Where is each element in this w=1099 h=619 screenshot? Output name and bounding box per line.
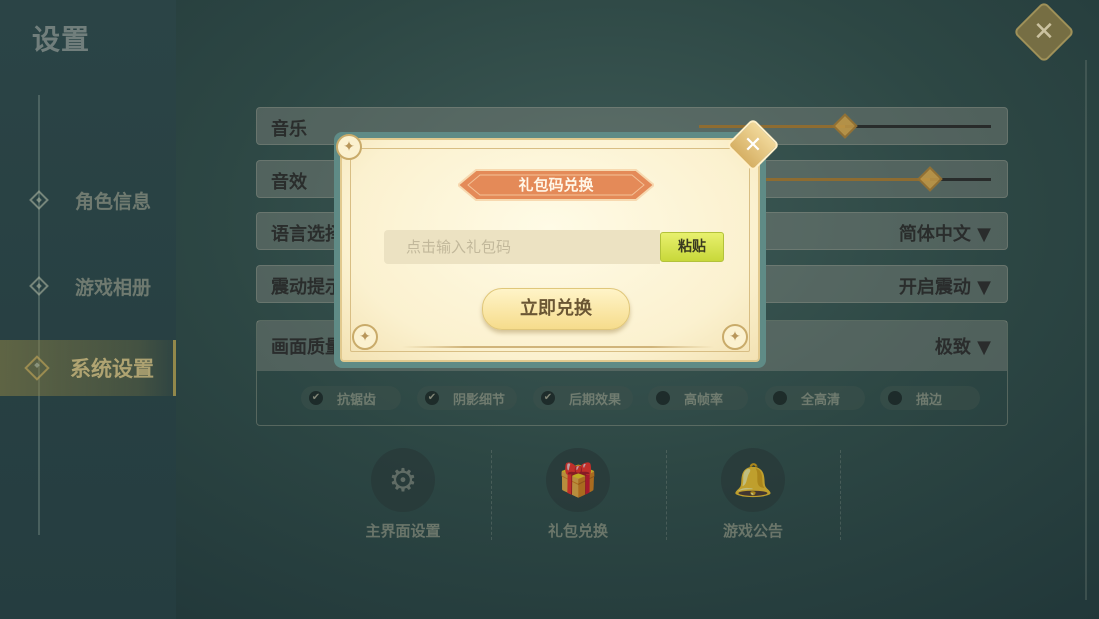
sidebar-item-game-album[interactable]: 游戏相册 [0,258,176,314]
sidebar-item-character-info[interactable]: 角色信息 [0,172,176,228]
music-slider-fill [699,125,845,128]
dialog-title: 礼包码兑换 [518,176,594,194]
sfx-slider-handle[interactable] [916,166,943,192]
dialog-panel: 礼包码兑换 粘贴 立即兑换 [336,134,760,362]
divider [840,450,841,540]
corner-ornament-icon [352,324,378,350]
language-select[interactable]: 简体中文 ▼ [899,220,991,246]
option-high-framerate[interactable]: 高帧率 [648,386,748,410]
option-label: 后期效果 [569,392,622,408]
checkmark-icon: ✔ [425,391,439,405]
option-antialias[interactable]: ✔ 抗锯齿 [301,386,401,410]
option-label: 全高清 [801,392,841,408]
sidebar: 设置 角色信息 游戏相册 系统设置 [0,0,176,619]
option-label: 抗锯齿 [337,392,377,408]
music-slider-handle[interactable] [832,113,858,139]
option-label: 阴影细节 [453,392,506,408]
dialog-title-banner: 礼包码兑换 [458,168,654,202]
paste-button[interactable]: 粘贴 [660,232,724,262]
sidebar-item-system-settings[interactable]: 系统设置 [0,340,176,396]
option-outline[interactable]: 描边 [880,386,980,410]
option-label: 描边 [916,392,943,408]
sidebar-line [38,95,40,535]
diamond-icon [24,355,50,381]
unchecked-icon [656,391,670,405]
settings-screen: 设置 角色信息 游戏相册 系统设置 ✕ 音乐 音效 语言选择 简体中文 ▼ 震动… [0,0,1099,619]
quality-select[interactable]: 极致 ▼ [935,333,991,359]
bottom-ornament [402,346,714,348]
main-ui-settings-button[interactable]: ⚙ 主界面设置 [343,448,463,548]
frame-decoration [1085,60,1087,600]
gear-icon: ⚙ [371,448,435,512]
vibration-label: 震动提示 [271,277,343,298]
game-notice-button[interactable]: 🔔 游戏公告 [693,448,813,548]
close-settings-button[interactable]: ✕ [1012,0,1076,64]
game-notice-label: 游戏公告 [722,522,783,540]
corner-ornament-icon [722,324,748,350]
gift-icon: 🎁 [546,448,610,512]
music-label: 音乐 [271,119,307,140]
sidebar-item-label: 系统设置 [70,356,154,381]
language-label: 语言选择 [271,224,343,245]
option-label: 高帧率 [684,392,724,408]
page-title: 设置 [32,23,91,56]
corner-ornament-icon [336,134,362,160]
gift-redeem-label: 礼包兑换 [547,522,608,540]
main-ui-settings-label: 主界面设置 [365,522,441,540]
sidebar-item-label: 游戏相册 [75,276,152,299]
gift-code-dialog: 礼包码兑换 粘贴 立即兑换 [334,132,766,368]
gift-redeem-button[interactable]: 🎁 礼包兑换 [518,448,638,548]
checkmark-icon: ✔ [309,391,323,405]
close-icon: ✕ [1033,17,1055,47]
unchecked-icon [773,391,787,405]
option-shadow-detail[interactable]: ✔ 阴影细节 [417,386,517,410]
close-icon: ✕ [743,132,763,158]
diamond-icon [29,276,49,296]
bell-icon: 🔔 [721,448,785,512]
sfx-label: 音效 [271,172,307,193]
option-post-effects[interactable]: ✔ 后期效果 [533,386,633,410]
divider [491,450,492,540]
unchecked-icon [888,391,902,405]
sidebar-item-label: 角色信息 [75,190,152,213]
divider [666,450,667,540]
redeem-now-button[interactable]: 立即兑换 [482,288,630,330]
option-full-hd[interactable]: 全高清 [765,386,865,410]
vibration-select[interactable]: 开启震动 ▼ [899,273,991,299]
checkmark-icon: ✔ [541,391,555,405]
diamond-icon [29,190,49,210]
quality-label: 画面质量 [271,337,343,358]
gift-code-input[interactable] [384,230,660,264]
